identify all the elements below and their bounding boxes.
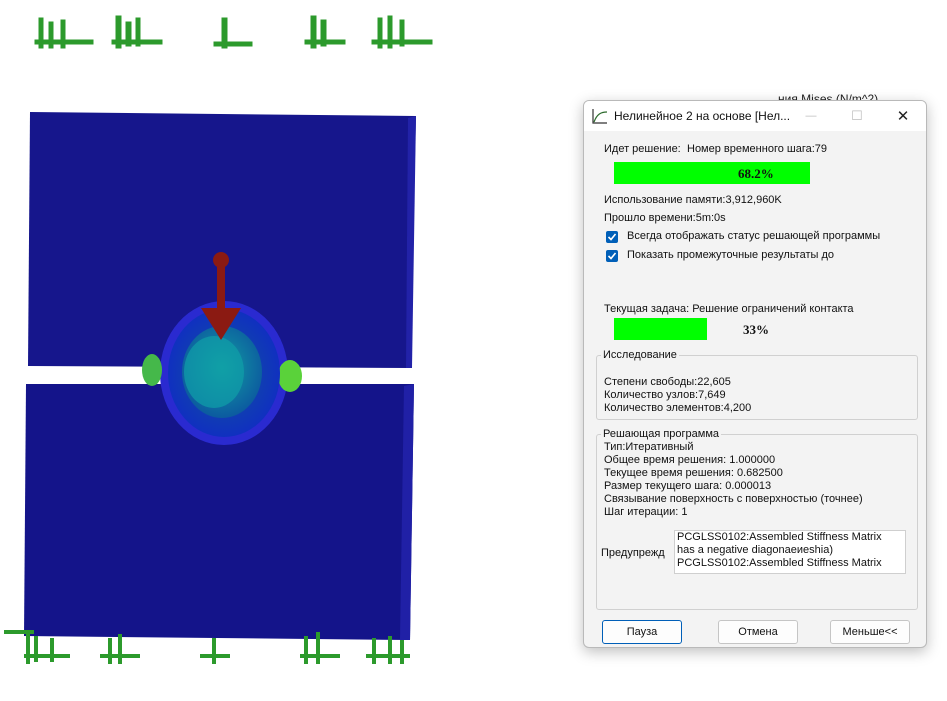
total-solution-time: Общее время решения: 1.000000 <box>604 454 776 466</box>
current-solution-time: Текущее время решения: 0.682500 <box>604 467 783 479</box>
warning-line: has a negative diagonaеиеshia) <box>677 544 833 556</box>
close-icon: ✕ <box>896 108 910 125</box>
main-progress-label: 68.2% <box>738 166 774 181</box>
study-group-title: Исследование <box>601 349 679 361</box>
study-curve-icon <box>592 109 608 124</box>
warning-line: PCGLSS0102:Assembled Stiffness Matrix <box>677 531 882 543</box>
element-count: Количество элементов:4,200 <box>604 402 752 414</box>
show-status-label: Всегда отображать статус решающей програ… <box>627 230 881 242</box>
maximize-icon: ☐ <box>851 108 863 123</box>
solver-group-title: Решающая программа <box>601 428 722 440</box>
checkmark-icon <box>607 233 617 241</box>
show-results-label: Показать промежуточные результаты до <box>627 249 835 261</box>
minimize-button[interactable]: — <box>788 101 834 131</box>
show-results-checkbox[interactable] <box>606 250 618 262</box>
time-step-label: Номер временного шага:79 <box>687 143 828 155</box>
pause-button[interactable]: Пауза <box>602 620 682 644</box>
maximize-button[interactable]: ☐ <box>834 101 880 131</box>
warnings-list[interactable]: PCGLSS0102:Assembled Stiffness Matrix ha… <box>674 530 906 574</box>
solver-status-dialog: Нелинейное 2 на основе [Нел... — ☐ ✕ Иде… <box>583 100 927 648</box>
elapsed-time: Прошло времени:5m:0s <box>604 212 726 224</box>
checkmark-icon <box>607 252 617 260</box>
minimize-icon: — <box>805 110 817 122</box>
show-status-checkbox[interactable] <box>606 231 618 243</box>
status-label: Идет решение: <box>604 143 681 155</box>
task-progress-label: 33% <box>743 322 769 337</box>
warning-line: PCGLSS0102:Assembled Stiffness Matrix <box>677 557 882 569</box>
fixture-glyphs-top <box>34 15 433 49</box>
node-count: Количество узлов:7,649 <box>604 389 726 401</box>
current-step-size: Размер текущего шага: 0.000013 <box>604 480 772 492</box>
memory-usage: Использование памяти:3,912,960K <box>604 194 782 206</box>
task-progress-fill <box>614 318 708 340</box>
warnings-label: Предупрежд <box>601 547 665 559</box>
solver-type: Тип:Итеративный <box>604 441 694 453</box>
iteration-step: Шаг итерации: 1 <box>604 506 688 518</box>
main-progress-bar <box>614 162 810 184</box>
close-button[interactable]: ✕ <box>880 101 926 131</box>
current-task: Текущая задача: Решение ограничений конт… <box>604 303 854 315</box>
degrees-of-freedom: Степени свободы:22,605 <box>604 376 731 388</box>
less-button[interactable]: Меньше<< <box>830 620 910 644</box>
title-bar[interactable]: Нелинейное 2 на основе [Нел... — ☐ ✕ <box>584 101 926 131</box>
dialog-title: Нелинейное 2 на основе [Нел... <box>614 109 791 123</box>
contact-type: Связывание поверхность с поверхностью (т… <box>604 493 863 505</box>
main-progress-fill <box>614 162 810 184</box>
cancel-button[interactable]: Отмена <box>718 620 798 644</box>
